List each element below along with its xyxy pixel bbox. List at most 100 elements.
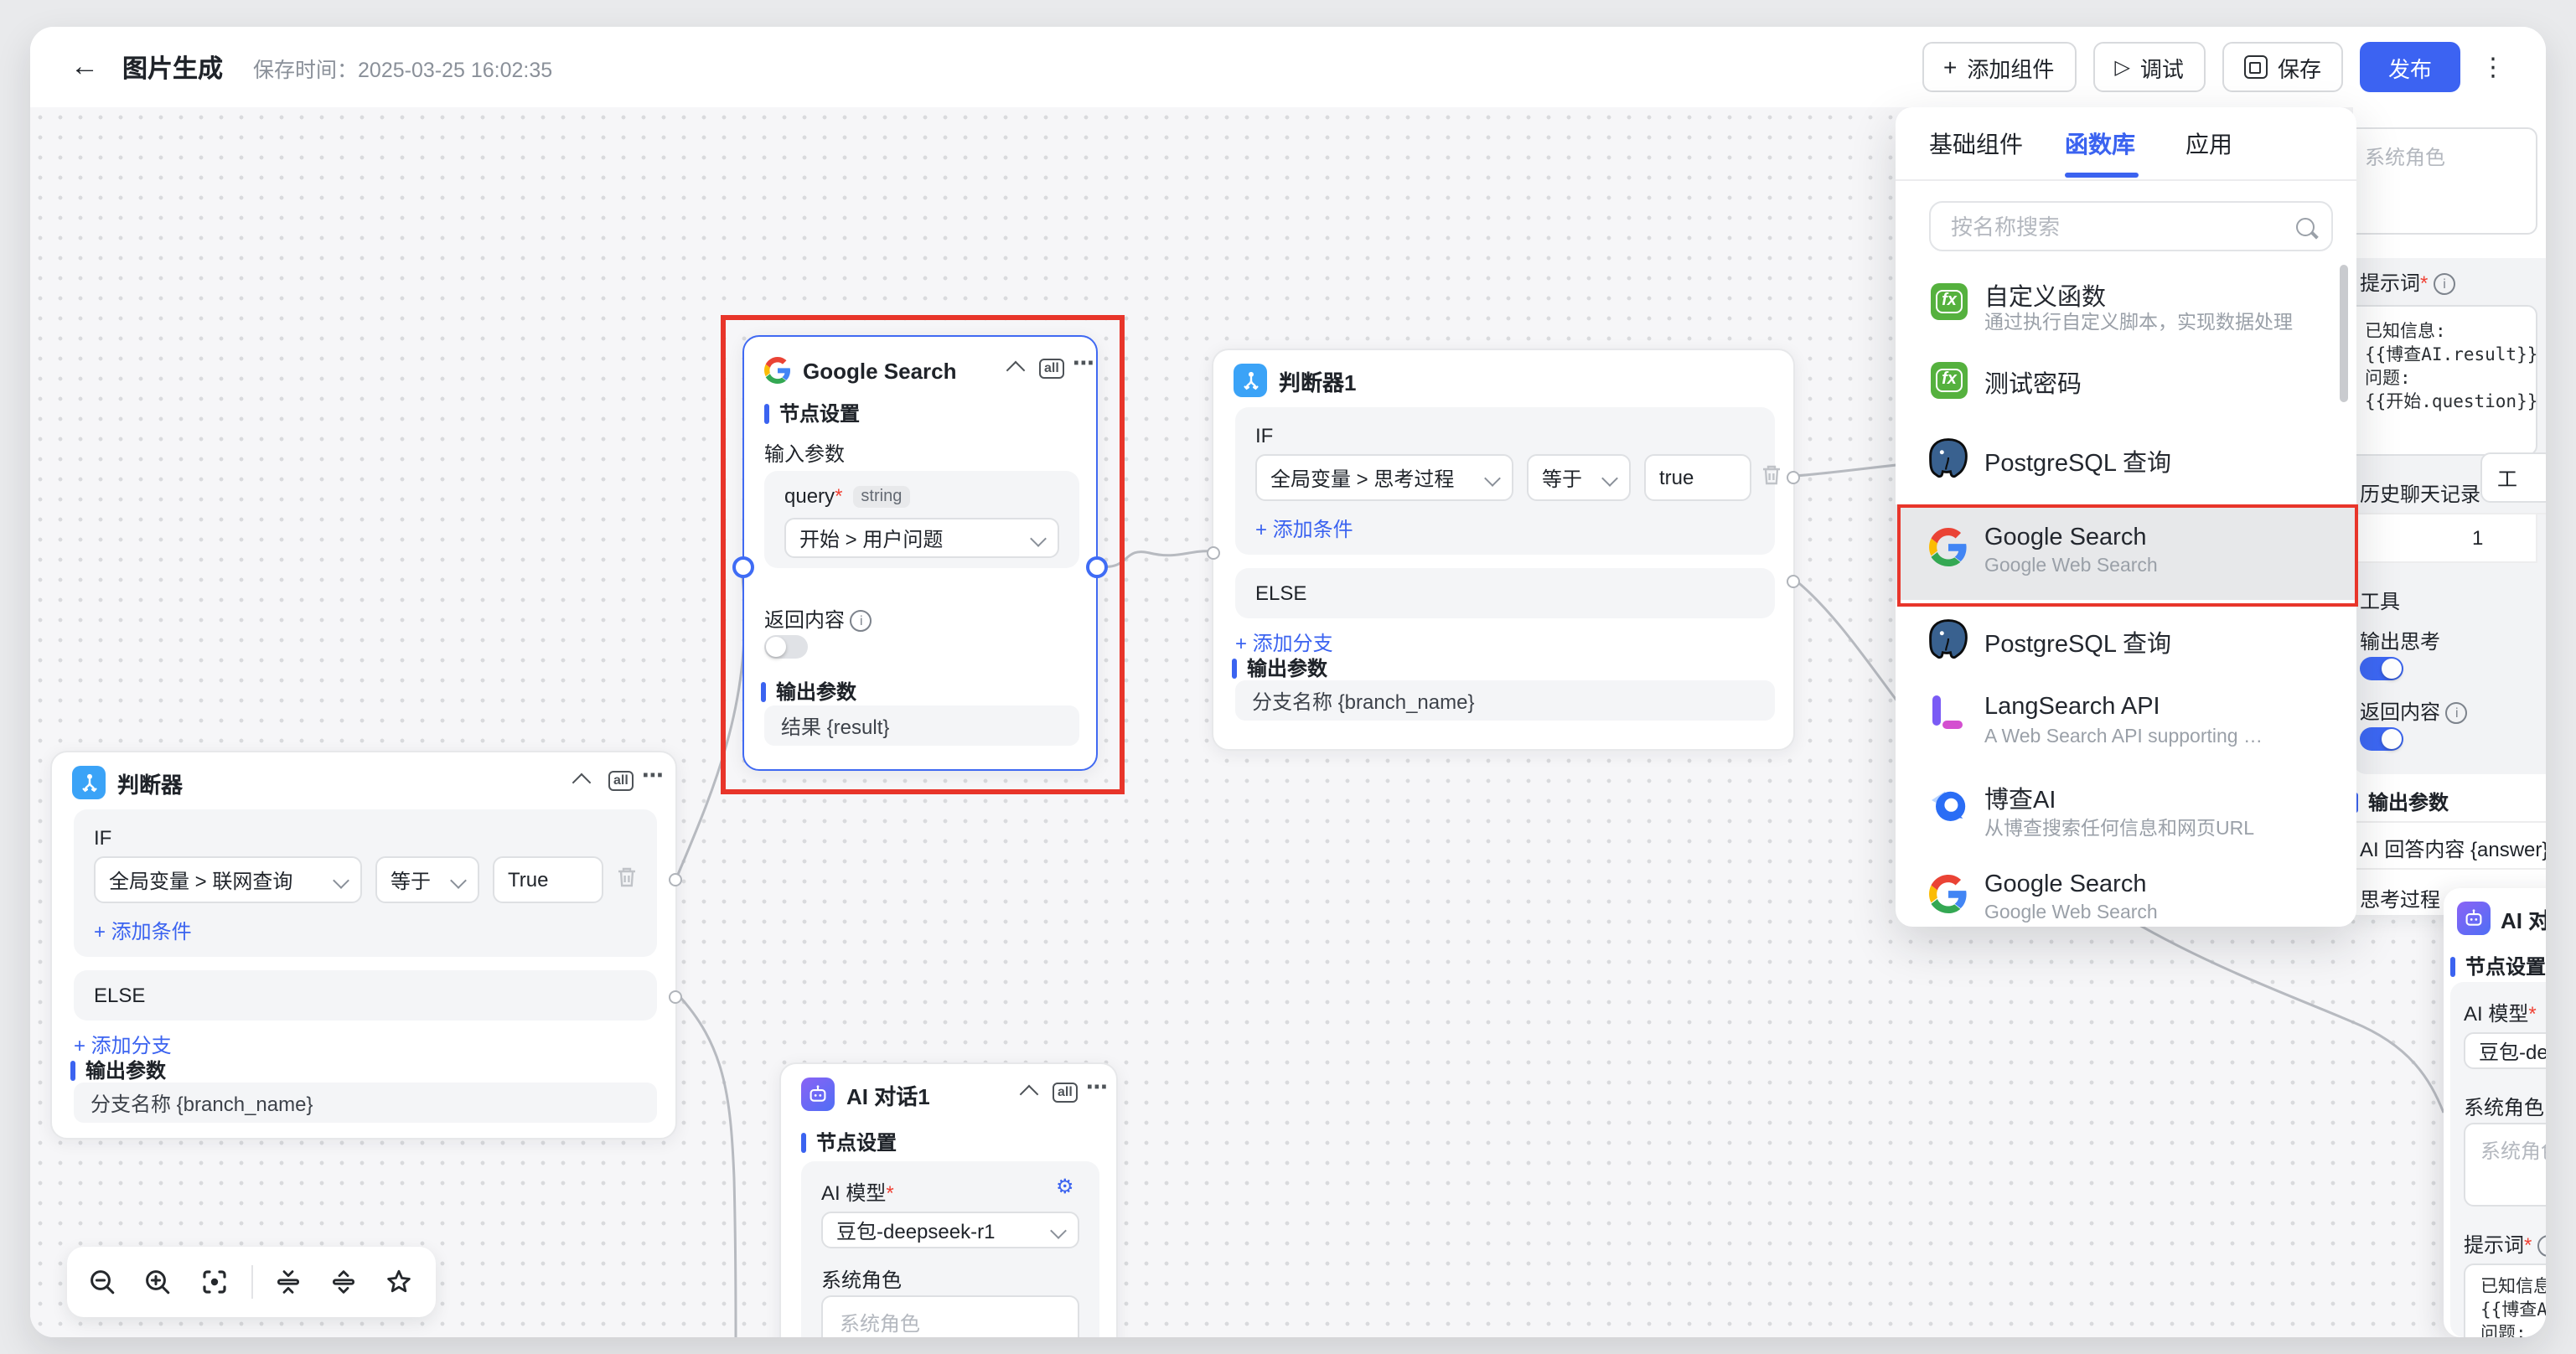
list-item[interactable]: fx 测试密码 xyxy=(1896,362,2356,429)
model-select[interactable]: 豆包-deep xyxy=(2464,1032,2546,1069)
output-params-label: 输出参数 xyxy=(85,1056,166,1084)
chevron-down-icon xyxy=(450,871,467,888)
tab-apps[interactable]: 应用 xyxy=(2185,127,2232,161)
collapse-icon[interactable] xyxy=(1006,361,1026,380)
node-title: AI 对话1 xyxy=(846,1078,930,1110)
system-role-textarea[interactable]: 系统角色 xyxy=(821,1295,1079,1337)
condition-op-select[interactable]: 等于 xyxy=(1527,454,1631,501)
condition-left-select[interactable]: 全局变量 > 联网查询 xyxy=(94,856,362,903)
node-more-icon[interactable]: ⋯ xyxy=(1086,1074,1110,1101)
node-more-icon[interactable]: ⋯ xyxy=(1073,350,1096,377)
save-button[interactable]: 保存 xyxy=(2222,42,2343,92)
prompt-line: {{开始.question}} xyxy=(2365,390,2537,414)
back-button[interactable]: ← xyxy=(70,50,99,84)
more-menu-button[interactable]: ⋮ xyxy=(2480,52,2506,82)
prompt-textarea[interactable]: 已知信息: {{博查AI 问题: {{开始 xyxy=(2464,1264,2546,1337)
collapse-icon[interactable] xyxy=(1020,1085,1039,1104)
collapse-vertical-icon[interactable] xyxy=(271,1264,308,1300)
node-ai-chat1[interactable]: AI 对话1 all ⋯ 节点设置 AI 模型* ⚙ 豆包-deepseek-r… xyxy=(779,1062,1118,1337)
thinking-output-row: 思考过程 xyxy=(2360,885,2440,913)
search-input[interactable] xyxy=(1948,212,2296,240)
search-box[interactable] xyxy=(1929,201,2333,251)
output-port[interactable] xyxy=(1086,556,1108,578)
node-judge[interactable]: 判断器 all ⋯ IF 全局变量 > 联网查询 等于 True + 添加条件 … xyxy=(50,751,677,1140)
list-item[interactable]: LangSearch API A Web Search API supporti… xyxy=(1896,687,2356,767)
all-icon[interactable]: all xyxy=(1053,1083,1078,1103)
section-bar xyxy=(764,403,769,423)
expand-vertical-icon[interactable] xyxy=(326,1264,363,1300)
else-group: ELSE xyxy=(74,970,657,1021)
list-item-selected[interactable]: Google Search Google Web Search xyxy=(1896,514,2356,595)
scrollbar-thumb[interactable] xyxy=(2340,265,2348,402)
collapse-icon[interactable] xyxy=(572,773,592,793)
history-box[interactable]: 工 xyxy=(2480,452,2546,503)
trash-icon[interactable] xyxy=(617,866,637,897)
add-branch-link[interactable]: + 添加分支 xyxy=(74,1031,172,1059)
fit-view-icon[interactable] xyxy=(195,1264,232,1300)
tab-basic-components[interactable]: 基础组件 xyxy=(1929,127,2023,161)
model-select[interactable]: 豆包-deepseek-r1 xyxy=(821,1212,1079,1248)
list-item[interactable]: PostgreSQL 查询 xyxy=(1896,439,2356,509)
debug-button[interactable]: ▷ 调试 xyxy=(2092,42,2206,92)
plus-icon: + xyxy=(1943,54,1957,80)
trash-icon[interactable] xyxy=(1761,464,1782,494)
node-judge1[interactable]: 判断器1 all ⋯ IF 全局变量 > 思考过程 等于 true + 添加条件… xyxy=(1212,349,1795,751)
condition-value-input[interactable]: true xyxy=(1644,454,1751,501)
branch-name-row: 分支名称 {branch_name} xyxy=(74,1083,657,1123)
list-item[interactable]: Google Search Google Web Search xyxy=(1896,861,2356,942)
input-port[interactable] xyxy=(1207,546,1220,560)
zoom-out-icon[interactable] xyxy=(85,1264,122,1300)
gear-icon[interactable]: ⚙ xyxy=(1056,1175,1074,1198)
else-output-port[interactable] xyxy=(669,990,682,1004)
condition-op-select[interactable]: 等于 xyxy=(375,856,479,903)
if-output-port[interactable] xyxy=(669,873,682,886)
info-icon: i xyxy=(2434,274,2455,296)
item-desc: Google Web Search xyxy=(1984,556,2158,576)
return-content-toggle[interactable] xyxy=(2360,727,2403,751)
chevron-down-icon xyxy=(1030,530,1047,546)
query-value-select[interactable]: 开始 > 用户问题 xyxy=(784,518,1059,558)
output-thinking-toggle[interactable] xyxy=(2360,657,2403,680)
condition-value-input[interactable]: True xyxy=(493,856,603,903)
model-group: AI 模型* ⚙ 豆包-deepseek-r1 系统角色 系统角色 xyxy=(801,1161,1099,1337)
return-content-toggle[interactable] xyxy=(764,635,808,659)
return-content-label: 返回内容 i xyxy=(2360,697,2468,726)
section-bar xyxy=(1232,658,1237,678)
info-icon: i xyxy=(2446,703,2468,725)
node-ai-chat2[interactable]: AI 对话2 节点设置 AI 模型* 豆包-deep 系统角色 系统角色 提示词… xyxy=(2444,888,2546,1337)
list-item[interactable]: fx 自定义函数 通过执行自定义脚本，实现数据处理 xyxy=(1896,278,2356,365)
item-title: PostgreSQL 查询 xyxy=(1984,625,2171,660)
node-more-icon[interactable]: ⋯ xyxy=(642,762,665,789)
system-role-textarea[interactable]: 系统角色 xyxy=(2464,1123,2546,1207)
add-branch-link[interactable]: + 添加分支 xyxy=(1235,628,1333,657)
else-output-port[interactable] xyxy=(1787,575,1800,588)
topbar: ← 图片生成 保存时间：2025-03-25 16:02:35 + 添加组件 ▷… xyxy=(30,27,2546,107)
if-output-port[interactable] xyxy=(1787,471,1800,484)
add-condition-link[interactable]: + 添加条件 xyxy=(1255,514,1353,543)
add-condition-link[interactable]: + 添加条件 xyxy=(94,917,192,945)
node-google-search[interactable]: Google Search all ⋯ 节点设置 输入参数 query* str… xyxy=(742,335,1098,771)
condition-left-select[interactable]: 全局变量 > 思考过程 xyxy=(1255,454,1513,501)
tab-function-library[interactable]: 函数库 xyxy=(2065,127,2135,161)
component-library-panel: 基础组件 函数库 应用 fx 自定义函数 通过执行自定义脚本，实现数据处理 fx… xyxy=(1896,107,2356,927)
input-port[interactable] xyxy=(732,556,754,578)
tabs-divider xyxy=(1896,179,2356,181)
branch-name-row: 分支名称 {branch_name} xyxy=(1235,680,1775,721)
prompt-line: 问题: xyxy=(2480,1322,2546,1337)
item-title: PostgreSQL 查询 xyxy=(1984,444,2171,479)
if-label: IF xyxy=(94,826,111,850)
list-item[interactable]: PostgreSQL 查询 xyxy=(1896,620,2356,690)
all-icon[interactable]: all xyxy=(1039,359,1064,379)
publish-button[interactable]: 发布 xyxy=(2360,42,2460,92)
node-title: 判断器1 xyxy=(1279,364,1356,396)
model-label: AI 模型* xyxy=(821,1178,894,1207)
active-tab-underline xyxy=(2065,173,2139,178)
page-title: 图片生成 xyxy=(122,49,223,85)
param-name: query* xyxy=(784,484,842,508)
list-item[interactable]: 博查AI 从博查搜索任何信息和网页URL xyxy=(1896,774,2356,858)
zoom-in-icon[interactable] xyxy=(141,1264,178,1300)
all-icon[interactable]: all xyxy=(608,771,634,791)
add-component-button[interactable]: + 添加组件 xyxy=(1922,42,2076,92)
magic-star-icon[interactable] xyxy=(380,1264,417,1300)
output-params-label: 输出参数 xyxy=(1247,654,1327,682)
